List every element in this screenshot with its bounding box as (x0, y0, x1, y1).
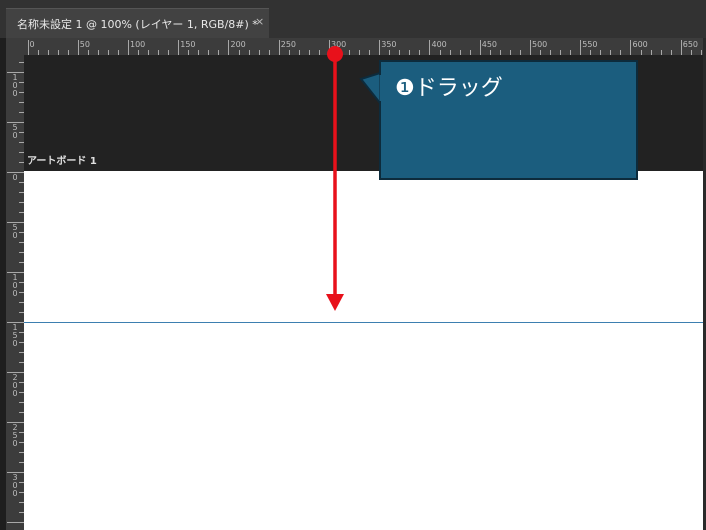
drag-start-dot (327, 46, 343, 62)
callout-pointer (359, 71, 381, 106)
drag-down-arrow-icon (326, 294, 344, 311)
annotation-overlay (326, 46, 383, 311)
